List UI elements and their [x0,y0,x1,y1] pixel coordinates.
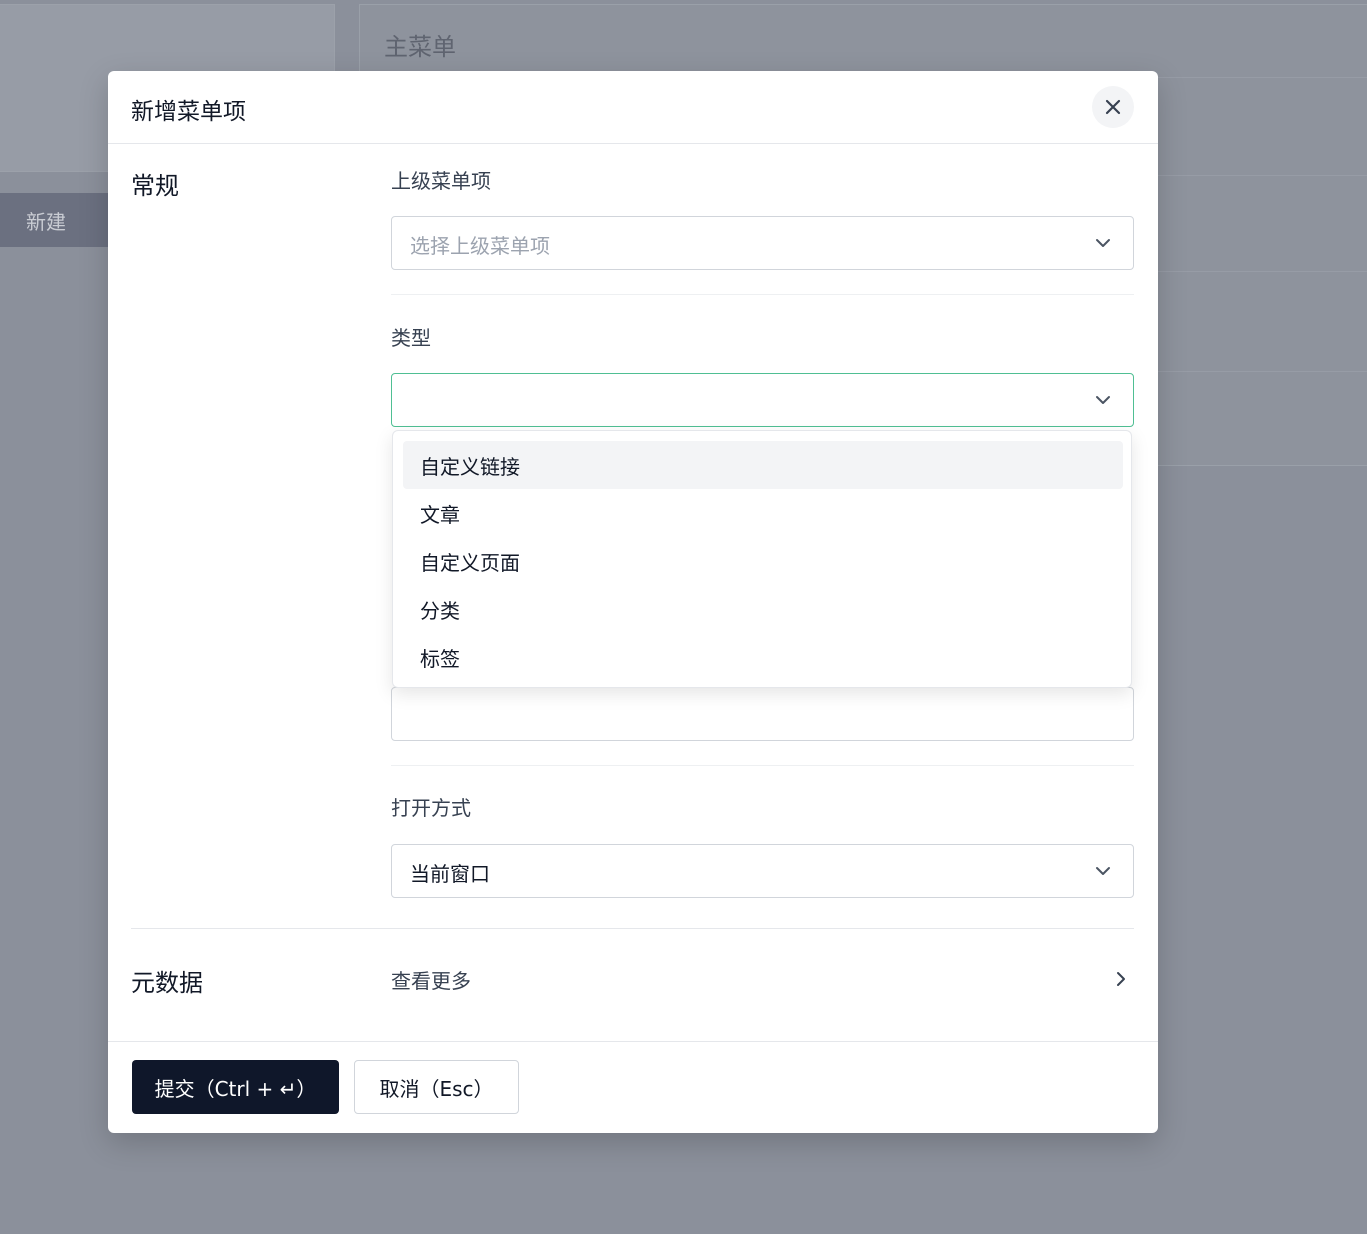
type-option-category[interactable]: 分类 [403,585,1123,633]
section-general-label: 常规 [131,172,179,200]
type-dropdown-menu: 自定义链接 文章 自定义页面 分类 标签 [392,430,1132,688]
chevron-down-icon [1096,867,1110,875]
hidden-field-input[interactable] [391,687,1134,741]
background-menu-title: 主菜单 [384,33,456,61]
submit-button[interactable]: 提交（Ctrl + ↵） [132,1060,339,1114]
section-metadata-label: 元数据 [131,969,203,997]
cancel-button[interactable]: 取消（Esc） [354,1060,519,1114]
section-divider [131,928,1134,929]
dialog-footer: 提交（Ctrl + ↵） 取消（Esc） [108,1041,1158,1133]
close-button[interactable] [1092,86,1134,128]
field-divider [391,294,1134,295]
chevron-down-icon [1096,239,1110,247]
add-menu-item-dialog: 新增菜单项 常规 上级菜单项 选择上级菜单项 类型 打开方式 当前窗口 元数据 [108,71,1158,1133]
view-more-link[interactable]: 查看更多 [391,961,1134,997]
chevron-right-icon [1117,972,1125,986]
open-mode-select[interactable]: 当前窗口 [391,844,1134,898]
parent-menu-item-select[interactable]: 选择上级菜单项 [391,216,1134,270]
close-icon [1105,99,1121,115]
dialog-header: 新增菜单项 [108,71,1158,144]
type-select[interactable] [391,373,1134,427]
type-option-custom-page[interactable]: 自定义页面 [403,537,1123,585]
open-mode-value: 当前窗口 [410,862,490,886]
view-more-text: 查看更多 [391,969,471,993]
parent-menu-item-placeholder: 选择上级菜单项 [410,234,550,258]
chevron-down-icon [1096,396,1110,404]
parent-menu-item-label: 上级菜单项 [391,169,491,193]
background-new-button: 新建 [0,193,120,247]
field-divider [391,765,1134,766]
open-mode-label: 打开方式 [391,796,471,820]
type-label: 类型 [391,326,431,350]
dialog-title: 新增菜单项 [131,99,246,125]
type-option-post[interactable]: 文章 [403,489,1123,537]
type-option-custom-link[interactable]: 自定义链接 [403,441,1123,489]
type-option-tag[interactable]: 标签 [403,633,1123,681]
